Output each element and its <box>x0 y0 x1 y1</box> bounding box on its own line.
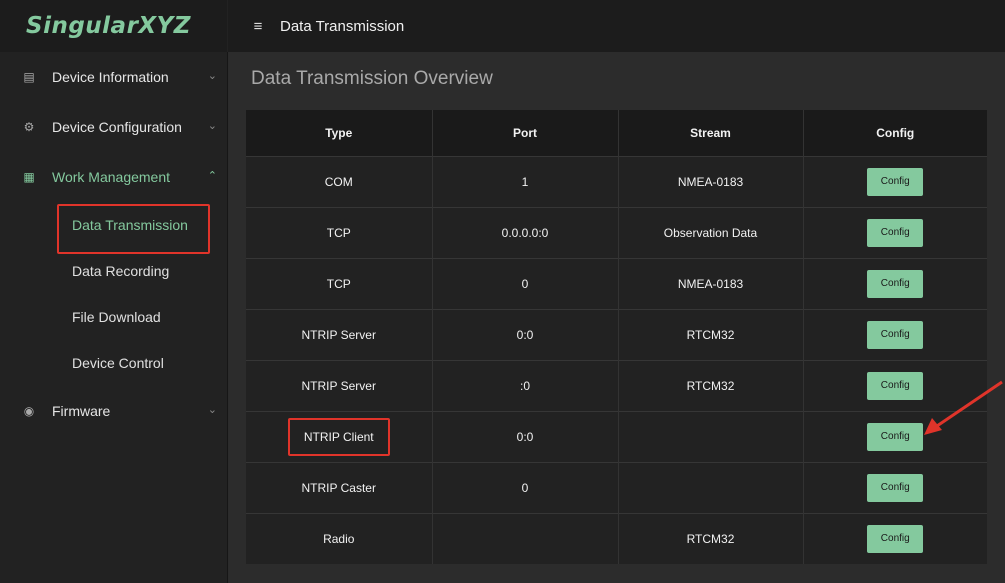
cell-config: Config <box>803 155 987 207</box>
config-button[interactable]: Config <box>867 473 924 502</box>
cell-port: 0:0 <box>432 308 619 360</box>
work-icon: ▦ <box>23 170 35 184</box>
cell-config: Config <box>803 308 987 360</box>
device-info-icon: ▤ <box>23 70 35 84</box>
column-header-stream: Stream <box>618 110 804 156</box>
column-header-config: Config <box>803 110 987 156</box>
cell-type: NTRIP Client <box>246 410 433 462</box>
sidebar-group-label: Device Configuration <box>52 119 182 135</box>
cell-config: Config <box>803 512 987 564</box>
cell-config: Config <box>803 206 987 258</box>
cell-type: NTRIP Caster <box>246 461 433 513</box>
table-row: COM 1 NMEA-0183 Config <box>246 155 987 207</box>
table-row: NTRIP Caster 0 Config <box>246 461 987 513</box>
cell-stream: NMEA-0183 <box>618 257 804 309</box>
sidebar-item-device-control[interactable]: Device Control <box>0 340 227 386</box>
table-row: NTRIP Server 0:0 RTCM32 Config <box>246 308 987 360</box>
firmware-icon: ◉ <box>23 404 35 418</box>
chevron-down-icon: ⌄ <box>207 70 217 82</box>
cell-config: Config <box>803 257 987 309</box>
logo: SingularXYZ <box>0 0 228 52</box>
cell-type-highlighted: NTRIP Client <box>287 417 390 456</box>
config-button[interactable]: Config <box>867 167 924 196</box>
chevron-down-icon: ⌄ <box>207 404 217 416</box>
cell-port: 1 <box>432 155 619 207</box>
sidebar-item-data-transmission[interactable]: Data Transmission <box>0 202 227 254</box>
cell-type: Radio <box>246 512 433 564</box>
table-row: TCP 0 NMEA-0183 Config <box>246 257 987 309</box>
cell-port: 0.0.0.0:0 <box>432 206 619 258</box>
sidebar-group-device-information[interactable]: ▤ Device Information ⌄ <box>0 52 227 102</box>
cell-port: 0:0 <box>432 410 619 462</box>
cell-port: 0 <box>432 461 619 513</box>
page-title: Data Transmission Overview <box>251 68 493 89</box>
cell-config: Config <box>803 461 987 513</box>
sidebar-item-data-recording[interactable]: Data Recording <box>0 248 227 294</box>
sidebar-group-work-management[interactable]: ▦ Work Management ⌃ <box>0 152 227 202</box>
annotation-arrow <box>924 380 1003 435</box>
sidebar-group-firmware[interactable]: ◉ Firmware ⌄ <box>0 386 227 436</box>
cell-stream: Observation Data <box>618 206 804 258</box>
table-header-row: Type Port Stream Config <box>246 110 987 156</box>
table-row: TCP 0.0.0.0:0 Observation Data Config <box>246 206 987 258</box>
cell-stream <box>618 461 804 513</box>
cell-stream: NMEA-0183 <box>618 155 804 207</box>
chevron-up-icon: ⌃ <box>207 170 217 182</box>
cell-type: NTRIP Server <box>246 359 433 411</box>
cell-port: :0 <box>432 359 619 411</box>
cell-type: NTRIP Server <box>246 308 433 360</box>
cell-type: TCP <box>246 257 433 309</box>
sidebar-group-label: Device Information <box>52 69 169 85</box>
cell-stream: RTCM32 <box>618 359 804 411</box>
table-row: NTRIP Client 0:0 Config <box>246 410 987 462</box>
sidebar-group-label: Work Management <box>52 169 171 185</box>
cell-type: TCP <box>246 206 433 258</box>
transmission-table: Type Port Stream Config COM 1 NMEA-0183 … <box>246 110 987 564</box>
config-button[interactable]: Config <box>867 320 924 349</box>
config-button[interactable]: Config <box>867 218 924 247</box>
cell-port <box>432 512 619 564</box>
table-row: NTRIP Server :0 RTCM32 Config <box>246 359 987 411</box>
column-header-type: Type <box>246 110 433 156</box>
cell-type: COM <box>246 155 433 207</box>
main-content: Data Transmission Overview Type Port Str… <box>229 52 1005 583</box>
top-bar-title: Data Transmission <box>280 17 405 35</box>
sidebar-item-file-download[interactable]: File Download <box>0 294 227 340</box>
config-button[interactable]: Config <box>867 269 924 298</box>
config-button[interactable]: Config <box>867 371 924 400</box>
menu-toggle-icon[interactable]: ≡ <box>248 16 268 36</box>
top-bar: SingularXYZ ≡ Data Transmission <box>0 0 1005 52</box>
cell-port: 0 <box>432 257 619 309</box>
sidebar: ▤ Device Information ⌄ ⚙ Device Configur… <box>0 52 228 583</box>
config-button[interactable]: Config <box>867 422 924 451</box>
column-header-port: Port <box>432 110 619 156</box>
sidebar-group-device-configuration[interactable]: ⚙ Device Configuration ⌄ <box>0 102 227 152</box>
cell-stream <box>618 410 804 462</box>
chevron-down-icon: ⌄ <box>207 120 217 132</box>
table-row: Radio RTCM32 Config <box>246 512 987 564</box>
cell-stream: RTCM32 <box>618 308 804 360</box>
cell-stream: RTCM32 <box>618 512 804 564</box>
sidebar-group-label: Firmware <box>52 403 111 419</box>
config-button[interactable]: Config <box>867 524 924 553</box>
gear-icon: ⚙ <box>23 120 35 134</box>
